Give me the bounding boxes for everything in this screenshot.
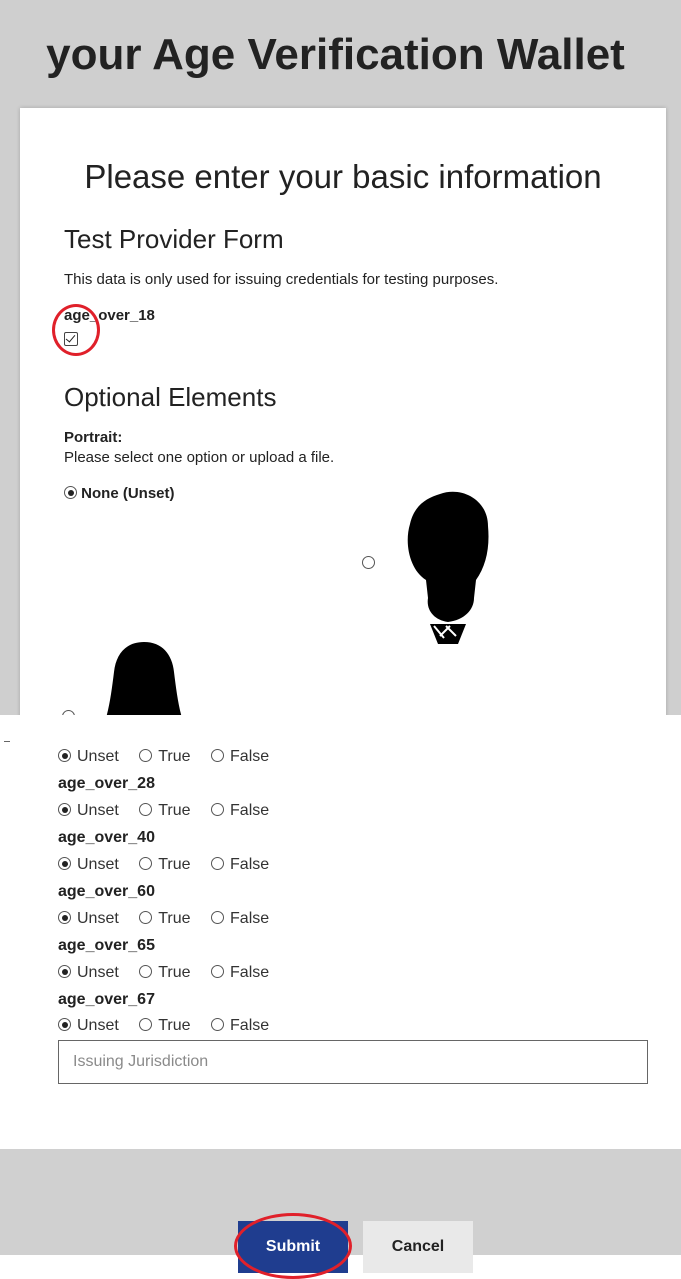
option-false[interactable]: False xyxy=(211,964,269,981)
radio-icon xyxy=(58,911,71,924)
age-over-60-options: Unset True False xyxy=(58,910,285,928)
option-unset[interactable]: Unset xyxy=(58,802,119,819)
option-unset[interactable]: Unset xyxy=(58,1017,119,1034)
radio-icon xyxy=(139,857,153,870)
radio-icon xyxy=(211,749,225,762)
radio-icon xyxy=(58,749,71,762)
portrait-option-none[interactable]: None (Unset) xyxy=(64,485,175,502)
age-over-18-checkbox[interactable] xyxy=(64,332,78,346)
age-over-40-options: Unset True False xyxy=(58,856,285,874)
option-true[interactable]: True xyxy=(139,910,191,927)
option-true[interactable]: True xyxy=(139,802,191,819)
radio-icon xyxy=(58,857,71,870)
age-over-67-options: Unset True False xyxy=(58,1017,285,1035)
issuing-jurisdiction-input[interactable] xyxy=(58,1040,648,1084)
age-field-label: age_over_65 xyxy=(58,937,155,954)
form-card: Please enter your basic information Test… xyxy=(20,108,666,715)
female-portrait-silhouette[interactable] xyxy=(106,638,182,715)
provider-note: This data is only used for issuing crede… xyxy=(64,271,499,288)
radio-icon xyxy=(211,911,225,924)
app-title: your Age Verification Wallet xyxy=(46,30,625,79)
radio-icon xyxy=(211,803,225,816)
page-heading: Please enter your basic information xyxy=(84,158,602,195)
age-over-18-label: age_over_18 xyxy=(64,307,155,324)
portrait-hint: Please select one option or upload a fil… xyxy=(64,449,335,466)
option-true[interactable]: True xyxy=(139,856,191,873)
radio-icon xyxy=(58,965,71,978)
provider-form-title: Test Provider Form xyxy=(64,224,284,254)
option-unset[interactable]: Unset xyxy=(58,910,119,927)
age-field-label: age_over_67 xyxy=(58,991,155,1008)
age-field-label: age_over_60 xyxy=(58,883,155,900)
divider xyxy=(4,741,10,742)
radio-icon xyxy=(139,803,153,816)
age-field-label: age_over_40 xyxy=(58,829,155,846)
option-unset[interactable]: Unset xyxy=(58,748,119,765)
option-false[interactable]: False xyxy=(211,910,269,927)
cancel-button[interactable]: Cancel xyxy=(363,1221,473,1273)
option-false[interactable]: False xyxy=(211,802,269,819)
option-true[interactable]: True xyxy=(139,748,191,765)
radio-icon xyxy=(211,857,225,870)
radio-icon xyxy=(58,1018,71,1031)
radio-icon xyxy=(139,1018,153,1031)
submit-button[interactable]: Submit xyxy=(238,1221,348,1273)
top-screenshot: your Age Verification Wallet Please ente… xyxy=(0,0,681,715)
option-true[interactable]: True xyxy=(139,1017,191,1034)
option-unset[interactable]: Unset xyxy=(58,964,119,981)
optional-elements-title: Optional Elements xyxy=(64,382,277,412)
portrait-label: Portrait: xyxy=(64,429,123,446)
radio-icon xyxy=(139,965,153,978)
radio-icon xyxy=(211,965,225,978)
footer-bar: Submit Cancel xyxy=(0,1149,681,1279)
option-unset[interactable]: Unset xyxy=(58,856,119,873)
radio-icon xyxy=(139,911,153,924)
portrait-none-radio[interactable] xyxy=(64,486,77,499)
option-true[interactable]: True xyxy=(139,964,191,981)
bottom-screenshot: Unset True False age_over_28 Unset True … xyxy=(0,715,681,1279)
option-false[interactable]: False xyxy=(211,748,269,765)
age-over-28-options: Unset True False xyxy=(58,802,285,820)
male-portrait-silhouette[interactable] xyxy=(400,486,496,644)
radio-icon xyxy=(58,803,71,816)
option-false[interactable]: False xyxy=(211,1017,269,1034)
age-field-label: age_over_28 xyxy=(58,775,155,792)
age-group-0-options: Unset True False xyxy=(58,748,285,766)
portrait-none-label: None (Unset) xyxy=(81,485,175,502)
radio-icon xyxy=(139,749,153,762)
option-false[interactable]: False xyxy=(211,856,269,873)
age-over-65-options: Unset True False xyxy=(58,964,285,982)
portrait-male-radio[interactable] xyxy=(362,556,375,569)
radio-icon xyxy=(211,1018,225,1031)
